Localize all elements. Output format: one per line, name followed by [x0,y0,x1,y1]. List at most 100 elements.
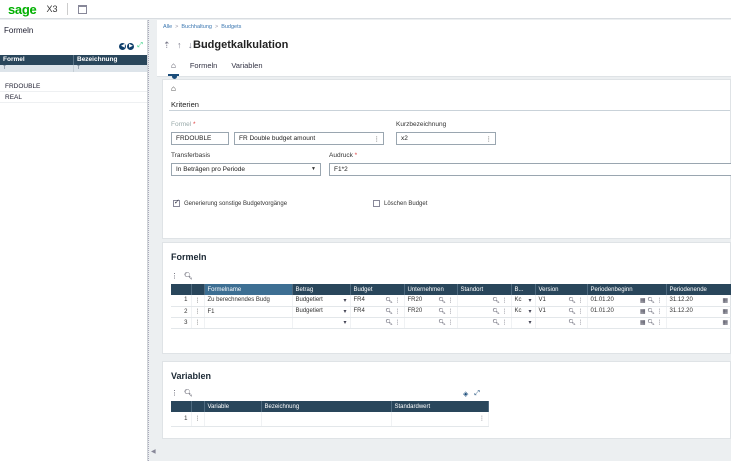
filter-icon[interactable]: T [0,65,74,72]
table-row[interactable]: 3 ⋮ ▾ 🔍︎ ⋮ 🔍︎ ⋮ 🔍︎ ⋮ ▾ 🔍︎ ⋮ ▦ 🔍︎ ⋮ ▦ [171,317,731,329]
calendar-icon[interactable]: ▦ [722,319,728,326]
cell-version[interactable]: V1 🔍︎ ⋮ [535,306,588,318]
table-row[interactable]: 1 ⋮ ⋮ [171,412,489,427]
cell-unternehmen[interactable]: FR20 🔍︎ ⋮ [404,295,458,307]
calendar-icon[interactable] [78,4,88,14]
cell-variable[interactable] [204,412,262,427]
chevron-down-icon[interactable]: ▾ [528,308,531,315]
tab-variablen[interactable]: Variablen [231,61,262,70]
home-icon[interactable]: ⌂ [168,61,179,79]
expand-icon[interactable]: ⤢ [137,42,143,50]
calendar-icon[interactable]: ▦ 🔍︎ ⋮ [640,308,663,315]
row-menu-icon[interactable]: ⋮ [191,306,205,318]
list-item[interactable]: REAL [0,92,147,103]
tab-formeln[interactable]: Formeln [190,61,218,70]
calendar-icon[interactable]: ▦ [722,297,728,304]
bezeichnung-field[interactable]: FR Double budget amount ⋮ [234,132,384,145]
cell-b[interactable]: Kc ▾ [511,295,536,307]
list-item[interactable]: FRDOUBLE [0,81,147,92]
sage-logo[interactable]: sage [8,2,37,17]
loeschen-checkbox[interactable]: Löschen Budget [373,200,427,207]
calendar-icon[interactable]: ▦ 🔍︎ ⋮ [640,319,663,326]
col-periodenende[interactable]: Periodenende [666,284,731,295]
cell-standort[interactable]: 🔍︎ ⋮ [457,295,512,307]
cell-periodenende[interactable]: 31.12.20 ▦ [666,295,731,307]
search-icon[interactable]: 🔍︎ ⋮ [438,297,453,304]
col-formelname[interactable]: Formelname [204,284,293,295]
panel-splitter[interactable]: ◀ [148,20,156,461]
col-variable[interactable]: Variable [204,401,262,412]
search-icon[interactable]: 🔍︎ ⋮ [492,319,507,326]
cell-periodenende[interactable]: ▦ [666,317,731,329]
breadcrumb-item[interactable]: Budgets [221,24,241,30]
more-icon[interactable]: ⋮ [171,389,178,397]
cell-budget[interactable]: FR4 🔍︎ ⋮ [350,295,405,307]
more-icon[interactable]: ⋮ [171,272,178,280]
search-icon[interactable]: 🔍︎ ⋮ [385,297,400,304]
search-icon[interactable]: 🔍︎ ⋮ [492,297,507,304]
cell-periodenende[interactable]: 31.12.20 ▦ [666,306,731,318]
row-menu-icon[interactable]: ⋮ [191,412,205,427]
breadcrumb-item[interactable]: Alle [163,24,172,30]
col-periodenbeginn[interactable]: Periodenbeginn [587,284,667,295]
checkbox-icon[interactable] [373,200,380,207]
kurzbezeichnung-field[interactable]: x2 ⋮ [396,132,496,145]
home-icon[interactable]: ⌂ [171,84,176,93]
search-icon[interactable]: 🔍︎ ⋮ [568,308,583,315]
more-icon[interactable]: ⋮ [486,135,493,143]
chevron-down-icon[interactable]: ▾ [528,297,531,304]
cell-betrag[interactable]: Budgetiert ▾ [292,306,351,318]
cell-bezeichnung[interactable] [261,412,392,427]
col-standort[interactable]: Standort [457,284,512,295]
cell-formelname[interactable] [204,317,293,329]
generierung-checkbox[interactable]: Generierung sonstige Budgetvorgänge [173,198,287,207]
cell-version[interactable]: V1 🔍︎ ⋮ [535,295,588,307]
cell-formelname[interactable]: Zu berechnendes Budg [204,295,293,307]
cell-betrag[interactable]: Budgetiert ▾ [292,295,351,307]
ausdruck-field[interactable]: F1*2 [329,163,731,176]
search-icon[interactable]: 🔍︎ ⋮ [438,319,453,326]
search-icon[interactable]: 🔍︎ ⋮ [568,297,583,304]
layers-icon[interactable]: ◈ [463,390,468,398]
more-icon[interactable]: ⋮ [374,135,381,143]
col-bezeichnung[interactable]: Bezeichnung [261,401,392,412]
calendar-icon[interactable]: ▦ 🔍︎ ⋮ [640,297,663,304]
cell-budget[interactable]: FR4 🔍︎ ⋮ [350,306,405,318]
expand-icon[interactable]: ⤢ [474,390,480,398]
table-row[interactable]: 1 ⋮ Zu berechnendes Budg Budgetiert ▾ FR4… [171,295,731,307]
cell-periodenbeginn[interactable]: ▦ 🔍︎ ⋮ [587,317,667,329]
calendar-icon[interactable]: ▦ [722,308,728,315]
col-budget[interactable]: Budget [350,284,405,295]
cell-periodenbeginn[interactable]: 01.01.20 ▦ 🔍︎ ⋮ [587,306,667,318]
col-unternehmen[interactable]: Unternehmen [404,284,458,295]
chevron-down-icon[interactable]: ▾ [343,319,346,326]
row-menu-icon[interactable]: ⋮ [191,317,205,329]
chevron-down-icon[interactable]: ▾ [343,297,346,304]
search-icon[interactable]: 🔍︎ [184,272,193,280]
cell-b[interactable]: ▾ [511,317,536,329]
breadcrumb-item[interactable]: Buchhaltung [181,24,212,30]
cell-standardwert[interactable]: ⋮ [391,412,489,427]
formel-field[interactable]: FRDOUBLE [171,132,229,145]
cell-unternehmen[interactable]: FR20 🔍︎ ⋮ [404,306,458,318]
search-icon[interactable]: 🔍︎ ⋮ [438,308,453,315]
prev-icon[interactable]: ◀ [119,42,127,50]
filter-icon[interactable]: T [74,65,83,72]
col-formel[interactable]: Formel [0,55,74,65]
cell-periodenbeginn[interactable]: 01.01.20 ▦ 🔍︎ ⋮ [587,295,667,307]
search-icon[interactable]: 🔍︎ ⋮ [385,319,400,326]
cell-betrag[interactable]: ▾ [292,317,351,329]
chevron-down-icon[interactable]: ▾ [343,308,346,315]
chevron-down-icon[interactable]: ▾ [528,319,531,326]
cell-budget[interactable]: 🔍︎ ⋮ [350,317,405,329]
col-betrag[interactable]: Betrag [292,284,351,295]
cell-formelname[interactable]: F1 [204,306,293,318]
col-standardwert[interactable]: Standardwert [391,401,489,412]
col-bezeichnung[interactable]: Bezeichnung [74,55,120,65]
cell-standort[interactable]: 🔍︎ ⋮ [457,317,512,329]
table-row[interactable]: 2 ⋮ F1 Budgetiert ▾ FR4 🔍︎ ⋮ FR20 🔍︎ ⋮ 🔍︎ ⋮… [171,306,731,318]
next-icon[interactable]: ▶ [127,42,135,50]
row-menu-icon[interactable]: ⋮ [191,295,205,307]
checkbox-checked-icon[interactable] [173,198,180,207]
transferbasis-select[interactable]: In Beträgen pro Periode ▼ [171,163,321,176]
